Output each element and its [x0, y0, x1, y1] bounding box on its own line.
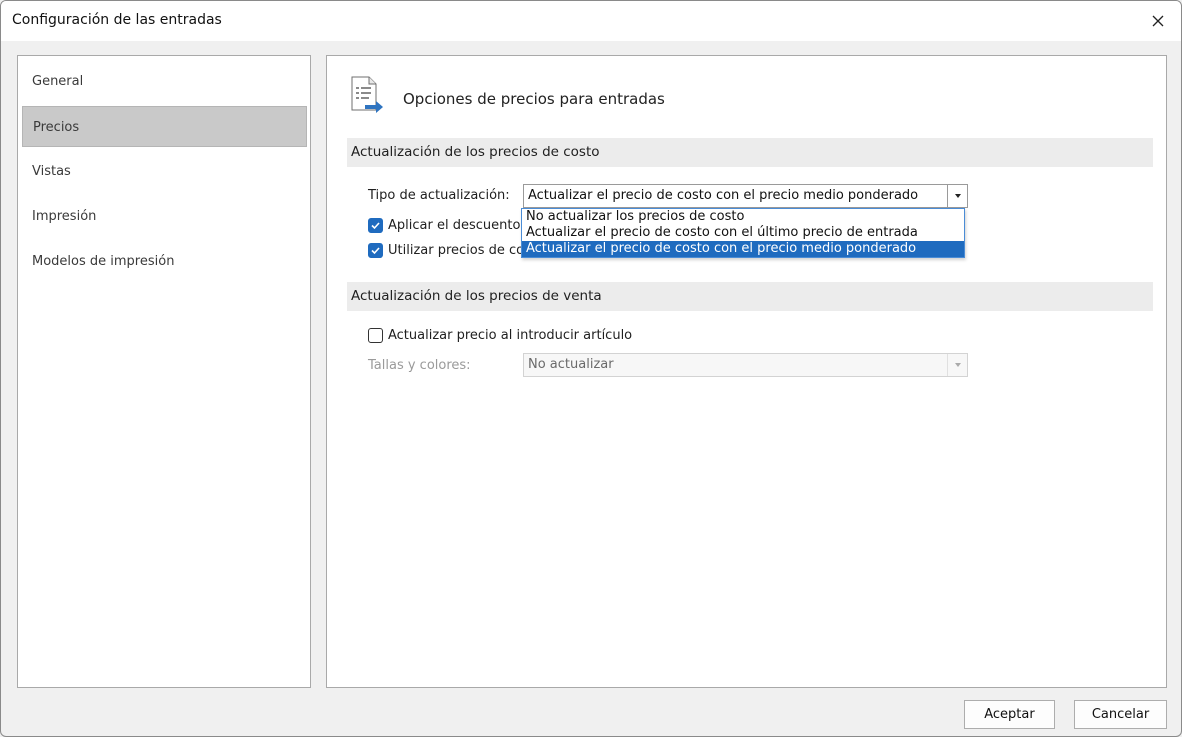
sale-section-header: Actualización de los precios de venta	[347, 282, 1153, 311]
content-panel: Opciones de precios para entradas Actual…	[326, 55, 1167, 688]
title-bar: Configuración de las entradas	[1, 1, 1181, 41]
update-price-checkbox-label: Actualizar precio al introducir artículo	[388, 328, 633, 343]
chevron-down-icon	[954, 363, 961, 367]
close-button[interactable]	[1135, 1, 1181, 41]
sizes-colors-select: No actualizar	[523, 353, 968, 377]
discount-checkbox[interactable]	[368, 218, 383, 233]
sizes-colors-label: Tallas y colores:	[368, 358, 471, 373]
update-type-label: Tipo de actualización:	[368, 188, 510, 203]
cost-section-header: Actualización de los precios de costo	[347, 138, 1153, 167]
document-arrow-icon	[351, 76, 383, 113]
sidebar-item-impresion[interactable]: Impresión	[22, 196, 307, 237]
discount-checkbox-label: Aplicar el descuento	[388, 218, 521, 233]
update-type-value: Actualizar el precio de costo con el pre…	[528, 188, 919, 203]
sidebar-item-label: Vistas	[32, 164, 71, 179]
window-title: Configuración de las entradas	[12, 12, 222, 28]
sidebar-item-label: General	[32, 74, 84, 89]
check-icon	[371, 247, 380, 255]
cancel-button[interactable]: Cancelar	[1074, 700, 1167, 729]
accept-button[interactable]: Aceptar	[964, 700, 1055, 729]
use-prices-checkbox[interactable]	[368, 243, 383, 258]
check-icon	[371, 222, 380, 230]
page-title: Opciones de precios para entradas	[403, 90, 665, 108]
sidebar-item-vistas[interactable]: Vistas	[22, 151, 307, 192]
sidebar-item-general[interactable]: General	[22, 61, 307, 102]
dropdown-arrow[interactable]	[947, 185, 967, 207]
sidebar-item-label: Precios	[33, 120, 80, 135]
sidebar-item-label: Impresión	[32, 209, 97, 224]
dropdown-arrow	[947, 354, 967, 376]
sidebar: General Precios Vistas Impresión Modelos…	[17, 55, 311, 688]
sizes-colors-value: No actualizar	[528, 357, 614, 372]
dialog-window: Configuración de las entradas General Pr…	[0, 0, 1182, 737]
dropdown-option-highlighted[interactable]: Actualizar el precio de costo con el pre…	[522, 241, 964, 257]
chevron-down-icon	[954, 194, 961, 198]
update-type-select[interactable]: Actualizar el precio de costo con el pre…	[523, 184, 968, 208]
sidebar-item-modelos-impresion[interactable]: Modelos de impresión	[22, 241, 307, 282]
sidebar-item-label: Modelos de impresión	[32, 254, 175, 269]
use-prices-checkbox-label: Utilizar precios de co	[388, 243, 525, 258]
dropdown-option[interactable]: Actualizar el precio de costo con el últ…	[522, 225, 964, 241]
update-price-checkbox[interactable]	[368, 328, 383, 343]
close-icon	[1152, 15, 1164, 27]
dropdown-option[interactable]: No actualizar los precios de costo	[522, 209, 964, 225]
update-type-dropdown-list: No actualizar los precios de costo Actua…	[521, 208, 965, 258]
sidebar-item-precios[interactable]: Precios	[22, 106, 307, 147]
